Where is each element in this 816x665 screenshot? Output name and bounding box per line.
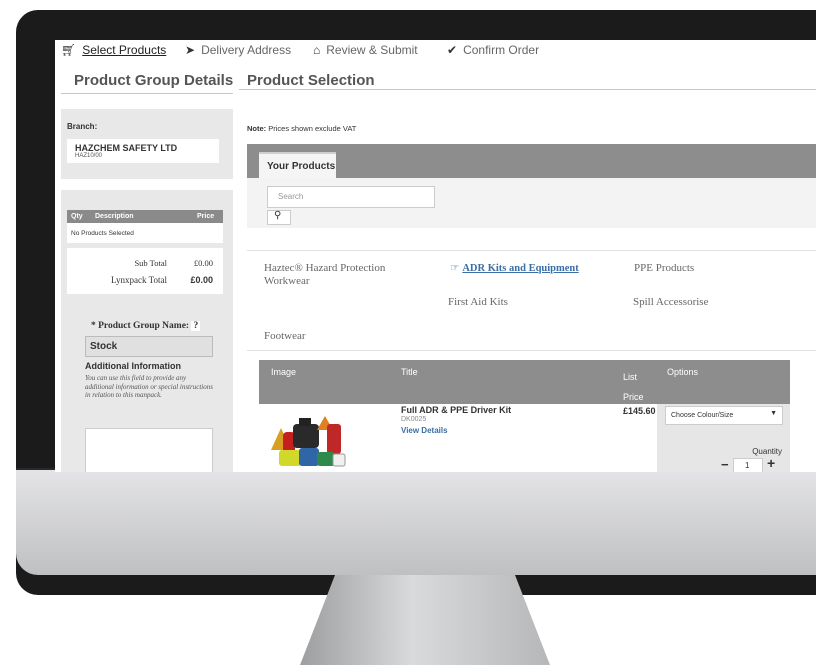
col-qty: Qty bbox=[71, 213, 83, 220]
product-table-header: Image Title List Price Options bbox=[259, 360, 790, 404]
monitor-chin bbox=[16, 470, 816, 575]
monitor-stand bbox=[300, 575, 550, 665]
quantity-increase-button[interactable]: + bbox=[767, 455, 775, 471]
view-details-link[interactable]: View Details bbox=[401, 426, 448, 435]
summary-table-header: Qty Description Price bbox=[67, 210, 223, 223]
basket-icon: ⌂ bbox=[313, 43, 321, 57]
page-title: Product Selection bbox=[247, 72, 375, 89]
summary-empty-row: No Products Selected bbox=[67, 223, 223, 243]
search-area: Search ⚲ bbox=[247, 178, 816, 228]
categories-bottom-rule bbox=[247, 350, 816, 351]
header-title: Title bbox=[401, 367, 418, 377]
additional-info-title: Additional Information bbox=[85, 361, 181, 371]
group-name-value: Stock bbox=[90, 341, 118, 352]
empty-text: No Products Selected bbox=[71, 230, 134, 237]
col-price: Price bbox=[197, 213, 215, 220]
summary-box: Qty Description Price No Products Select… bbox=[61, 190, 233, 472]
category-haztec[interactable]: Haztec® Hazard Protection Workwear bbox=[264, 262, 414, 288]
categories-top-rule bbox=[247, 250, 816, 251]
help-icon[interactable]: ? bbox=[191, 321, 201, 331]
quantity-input[interactable]: 1 bbox=[733, 458, 763, 472]
header-image: Image bbox=[271, 367, 297, 377]
branch-code: HAZ10/00 bbox=[75, 153, 103, 159]
category-ppe[interactable]: PPE Products bbox=[634, 262, 694, 274]
search-button[interactable]: ⚲ bbox=[267, 210, 291, 225]
product-price: £145.60 bbox=[623, 406, 656, 416]
step-review-submit[interactable]: ⌂ Review & Submit bbox=[313, 43, 418, 57]
hand-pointer-icon: ☞ bbox=[450, 262, 460, 274]
branch-name: HAZCHEM SAFETY LTD bbox=[75, 143, 178, 153]
group-name-input[interactable]: Stock bbox=[85, 336, 213, 357]
left-title-rule bbox=[61, 93, 233, 94]
additional-info-textarea[interactable] bbox=[85, 428, 213, 472]
colour-size-select[interactable]: Choose Colour/Size ▼ bbox=[665, 406, 783, 425]
screen: 🛒︎ Select Products ➤ Delivery Address ⌂ … bbox=[55, 40, 816, 472]
vat-note: Note: Prices shown exclude VAT bbox=[247, 124, 357, 133]
dropdown-arrow-icon: ▼ bbox=[770, 410, 777, 417]
branch-card: HAZCHEM SAFETY LTD HAZ10/00 bbox=[67, 139, 219, 163]
header-list-price: List Price bbox=[623, 372, 644, 402]
col-description: Description bbox=[95, 213, 134, 220]
category-adr[interactable]: ☞ ADR Kits and Equipment bbox=[450, 262, 579, 274]
additional-info-help: You can use this field to provide any ad… bbox=[85, 374, 213, 399]
group-name-label: * Product Group Name: ? bbox=[91, 321, 201, 331]
totals-box: Sub Total £0.00 Lynxpack Total £0.00 bbox=[67, 248, 223, 294]
category-footwear[interactable]: Footwear bbox=[264, 330, 306, 342]
lynxpack-total-value: £0.00 bbox=[190, 275, 213, 285]
step-navigation: 🛒︎ Select Products ➤ Delivery Address ⌂ … bbox=[61, 43, 561, 59]
category-spill[interactable]: Spill Accessorise bbox=[633, 296, 708, 308]
search-icon: ⚲ bbox=[274, 210, 282, 221]
subtotal-value: £0.00 bbox=[193, 258, 213, 268]
tab-your-products[interactable]: Your Products bbox=[259, 152, 336, 178]
options-panel: Choose Colour/Size ▼ Quantity − 1 + bbox=[657, 404, 790, 472]
subtotal-label: Sub Total bbox=[134, 258, 167, 268]
product-image bbox=[269, 410, 349, 470]
header-options: Options bbox=[667, 367, 699, 377]
checkmark-icon: ✔ bbox=[447, 43, 458, 57]
main-title-rule bbox=[239, 89, 816, 90]
category-first-aid[interactable]: First Aid Kits bbox=[448, 296, 508, 308]
left-panel-title: Product Group Details bbox=[74, 72, 234, 89]
step-delivery-address[interactable]: ➤ Delivery Address bbox=[185, 43, 291, 57]
quantity-decrease-button[interactable]: − bbox=[721, 457, 729, 472]
driver-kit-image bbox=[271, 416, 346, 467]
send-icon: ➤ bbox=[185, 43, 196, 57]
search-input[interactable]: Search bbox=[267, 186, 435, 208]
branch-box: Branch: HAZCHEM SAFETY LTD HAZ10/00 bbox=[61, 109, 233, 179]
branch-label: Branch: bbox=[67, 122, 98, 131]
step-confirm-order[interactable]: ✔ Confirm Order bbox=[447, 43, 539, 57]
lynxpack-total-label: Lynxpack Total bbox=[111, 275, 167, 285]
step-select-products[interactable]: 🛒︎ Select Products bbox=[61, 43, 166, 57]
product-code: DK0025 bbox=[401, 416, 427, 423]
cart-icon: 🛒︎ bbox=[61, 43, 77, 57]
product-name: Full ADR & PPE Driver Kit bbox=[401, 405, 512, 415]
